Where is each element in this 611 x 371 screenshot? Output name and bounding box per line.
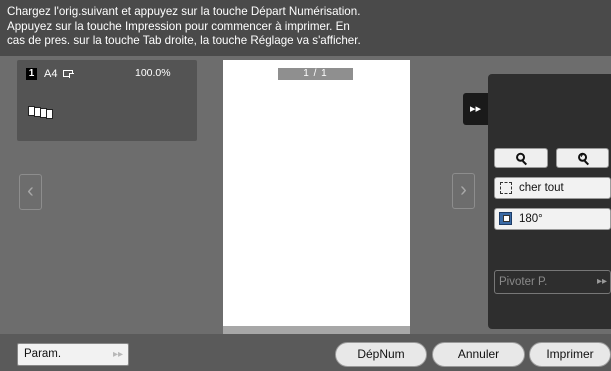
show-all-icon xyxy=(500,182,512,194)
rotate-page-button[interactable]: Pivoter P. ▸▸ xyxy=(494,270,611,294)
show-all-label: cher tout xyxy=(519,182,564,194)
chevron-right-icon: ▸▸ xyxy=(596,276,607,287)
rotate-180-label: 180° xyxy=(519,213,543,225)
page-counter: 1 / 1 xyxy=(278,68,353,80)
page-number-badge: 1 xyxy=(26,68,37,80)
scan-preview-screen: Chargez l'orig.suivant et appuyez sur la… xyxy=(0,0,611,371)
instruction-line-2: Appuyez sur la touche Impression pour co… xyxy=(7,19,350,33)
chevron-right-icon: ▸▸ xyxy=(112,349,123,360)
instruction-line-3: cas de pres. sur la touche Tab droite, l… xyxy=(7,34,361,47)
next-page-button[interactable]: › xyxy=(452,173,475,209)
expand-panel-tab[interactable]: ▸▸ xyxy=(463,93,488,125)
preview-scroll-bar[interactable] xyxy=(223,326,410,334)
settings-label: Param. xyxy=(24,348,62,360)
rotate-180-button[interactable]: 180° xyxy=(494,208,611,230)
zoom-percentage: 100.0% xyxy=(135,67,171,79)
bottom-action-bar: Param. ▸▸ DépNum Annuler Imprimer xyxy=(0,334,611,371)
instruction-line-1: Chargez l'orig.suivant et appuyez sur la… xyxy=(7,5,361,18)
start-scan-button[interactable]: DépNum xyxy=(335,342,427,367)
show-all-button[interactable]: cher tout xyxy=(494,177,611,199)
zoom-out-button[interactable] xyxy=(494,148,548,168)
instruction-message: Chargez l'orig.suivant et appuyez sur la… xyxy=(0,0,611,56)
rotate-icon xyxy=(499,212,512,225)
cancel-button[interactable]: Annuler xyxy=(432,342,525,367)
zoom-in-button[interactable]: + xyxy=(556,148,609,168)
rotate-page-label: Pivoter P. xyxy=(499,276,548,288)
previous-page-button[interactable]: ‹ xyxy=(19,174,42,210)
settings-button[interactable]: Param. ▸▸ xyxy=(17,343,129,366)
stacked-pages-icon xyxy=(28,106,58,120)
page-thumbnail-panel[interactable]: 1 A4 100.0% xyxy=(17,60,197,141)
paper-size-label: A4 xyxy=(44,68,58,80)
paper-orientation-icon xyxy=(63,70,74,78)
zoom-out-icon xyxy=(516,152,526,162)
print-button[interactable]: Imprimer xyxy=(529,342,611,367)
page-preview: 1 / 1 xyxy=(223,60,410,330)
